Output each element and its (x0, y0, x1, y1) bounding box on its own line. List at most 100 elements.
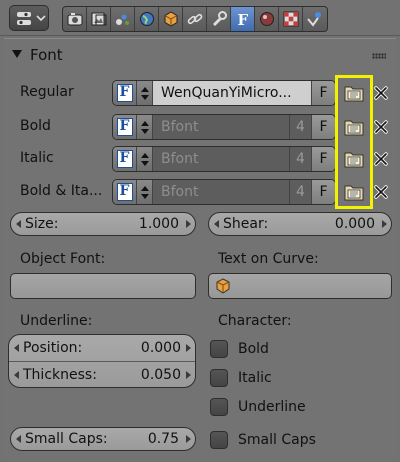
texture-icon (283, 11, 298, 27)
world-tab[interactable] (111, 7, 135, 31)
browse-arrows-icon[interactable] (137, 180, 153, 204)
unlink-font-button[interactable] (371, 117, 391, 137)
italic-font-label: Italic (20, 150, 54, 166)
increment-arrow-icon[interactable] (181, 435, 195, 443)
context-tab-bar: F (0, 0, 400, 36)
regular-font-selector[interactable]: WenQuanYiMicro...F (112, 80, 336, 106)
scene-tab[interactable] (87, 7, 111, 31)
italic-checkbox-label[interactable]: Italic (238, 370, 272, 386)
font-name[interactable]: WenQuanYiMicro... (153, 81, 311, 105)
font-datablock-icon[interactable] (113, 180, 137, 204)
material-icon (259, 12, 274, 26)
constraints-tab[interactable] (183, 7, 207, 31)
underline-thickness-field[interactable]: Thickness: 0.050 (9, 361, 195, 387)
browse-arrows-icon[interactable] (137, 81, 153, 105)
bold-checkbox-label[interactable]: Bold (238, 341, 269, 357)
close-icon (374, 185, 388, 199)
small-caps-field[interactable]: Small Caps: 0.75 (10, 427, 196, 451)
small-caps-checkbox-label[interactable]: Small Caps (238, 432, 316, 448)
fake-user-button[interactable]: F (311, 81, 335, 105)
size-value: 1.000 (138, 216, 179, 232)
modifier-tab[interactable] (207, 7, 231, 31)
underline-position-value: 0.000 (140, 340, 181, 356)
increment-arrow-icon[interactable] (181, 220, 195, 228)
unlink-font-button[interactable] (371, 83, 391, 103)
unlink-font-button[interactable] (371, 182, 391, 202)
font-name[interactable]: Bfont (153, 180, 289, 204)
close-icon (374, 86, 388, 100)
user-count[interactable]: 4 (289, 180, 311, 204)
bold-italic-font-selector[interactable]: Bfont4F (112, 179, 336, 205)
underline-fields: Position: 0.000 Thickness: 0.050 (8, 334, 196, 388)
character-label: Character: (218, 313, 292, 329)
object-tab[interactable] (159, 7, 183, 31)
object-icon (164, 11, 177, 27)
small-caps-checkbox[interactable] (210, 431, 228, 449)
material-tab[interactable] (255, 7, 279, 31)
texture-tab[interactable] (279, 7, 303, 31)
font-name[interactable]: Bfont (153, 115, 289, 139)
object-font-label: Object Font: (20, 251, 106, 267)
drag-grip-icon[interactable] (372, 53, 386, 59)
underline-checkbox-label[interactable]: Underline (238, 399, 306, 415)
bold-font-selector[interactable]: Bfont4F (112, 114, 336, 140)
fake-user-button[interactable]: F (311, 115, 335, 139)
panel-title: Font (30, 46, 63, 64)
bold-font-label: Bold (20, 118, 51, 134)
collapse-arrow-icon[interactable] (12, 50, 22, 58)
render-tab[interactable] (63, 7, 87, 31)
font-datablock-icon[interactable] (113, 147, 137, 171)
editor-type-button[interactable] (9, 5, 49, 31)
highlight-box (335, 75, 373, 209)
world-icon (115, 14, 129, 25)
shear-value: 0.000 (334, 216, 375, 232)
underline-thickness-value: 0.050 (140, 366, 181, 383)
close-icon (374, 120, 388, 134)
italic-font-selector[interactable]: Bfont4F (112, 146, 336, 172)
font-datablock-icon[interactable] (113, 81, 137, 105)
constraints-icon (187, 13, 202, 25)
context-tabs: F (62, 6, 328, 32)
user-count[interactable]: 4 (289, 147, 311, 171)
svg-text:F: F (237, 11, 248, 28)
unlink-font-button[interactable] (371, 149, 391, 169)
increment-arrow-icon[interactable] (377, 220, 391, 228)
object-font-field[interactable] (10, 273, 196, 299)
fake-user-button[interactable]: F (311, 147, 335, 171)
decrement-arrow-icon[interactable] (209, 220, 223, 228)
object-icon (216, 278, 230, 294)
bold-checkbox[interactable] (210, 340, 228, 358)
font-name[interactable]: Bfont (153, 147, 289, 171)
world-globe-tab[interactable] (135, 7, 159, 31)
font-data-tab[interactable]: F (231, 7, 255, 31)
italic-checkbox[interactable] (210, 369, 228, 387)
text-on-curve-label: Text on Curve: (218, 251, 319, 267)
bold-italic-font-label: Bold & Ita... (20, 183, 103, 199)
underline-position-field[interactable]: Position: 0.000 (9, 335, 195, 361)
small-caps-value: 0.75 (147, 431, 179, 447)
underline-label: Underline: (20, 313, 93, 329)
size-field[interactable]: Size: 1.000 (10, 212, 196, 236)
world-globe-icon (139, 12, 154, 26)
physics-icon (307, 12, 321, 27)
regular-font-label: Regular (20, 84, 74, 100)
physics-tab[interactable] (303, 7, 327, 31)
user-count[interactable]: 4 (289, 115, 311, 139)
increment-arrow-icon[interactable] (181, 344, 195, 352)
browse-arrows-icon[interactable] (137, 147, 153, 171)
font-datablock-icon[interactable] (113, 115, 137, 139)
render-icon (67, 13, 82, 26)
shear-field[interactable]: Shear: 0.000 (208, 212, 392, 236)
text-on-curve-field[interactable] (208, 273, 392, 299)
panel-header[interactable]: Font (4, 39, 396, 71)
fake-user-button[interactable]: F (311, 180, 335, 204)
browse-arrows-icon[interactable] (137, 115, 153, 139)
underline-checkbox[interactable] (210, 398, 228, 416)
close-icon (374, 152, 388, 166)
decrement-arrow-icon[interactable] (11, 435, 25, 443)
decrement-arrow-icon[interactable] (11, 220, 25, 228)
modifier-icon (212, 11, 227, 27)
decrement-arrow-icon[interactable] (9, 370, 23, 379)
decrement-arrow-icon[interactable] (9, 344, 23, 352)
increment-arrow-icon[interactable] (181, 370, 195, 379)
